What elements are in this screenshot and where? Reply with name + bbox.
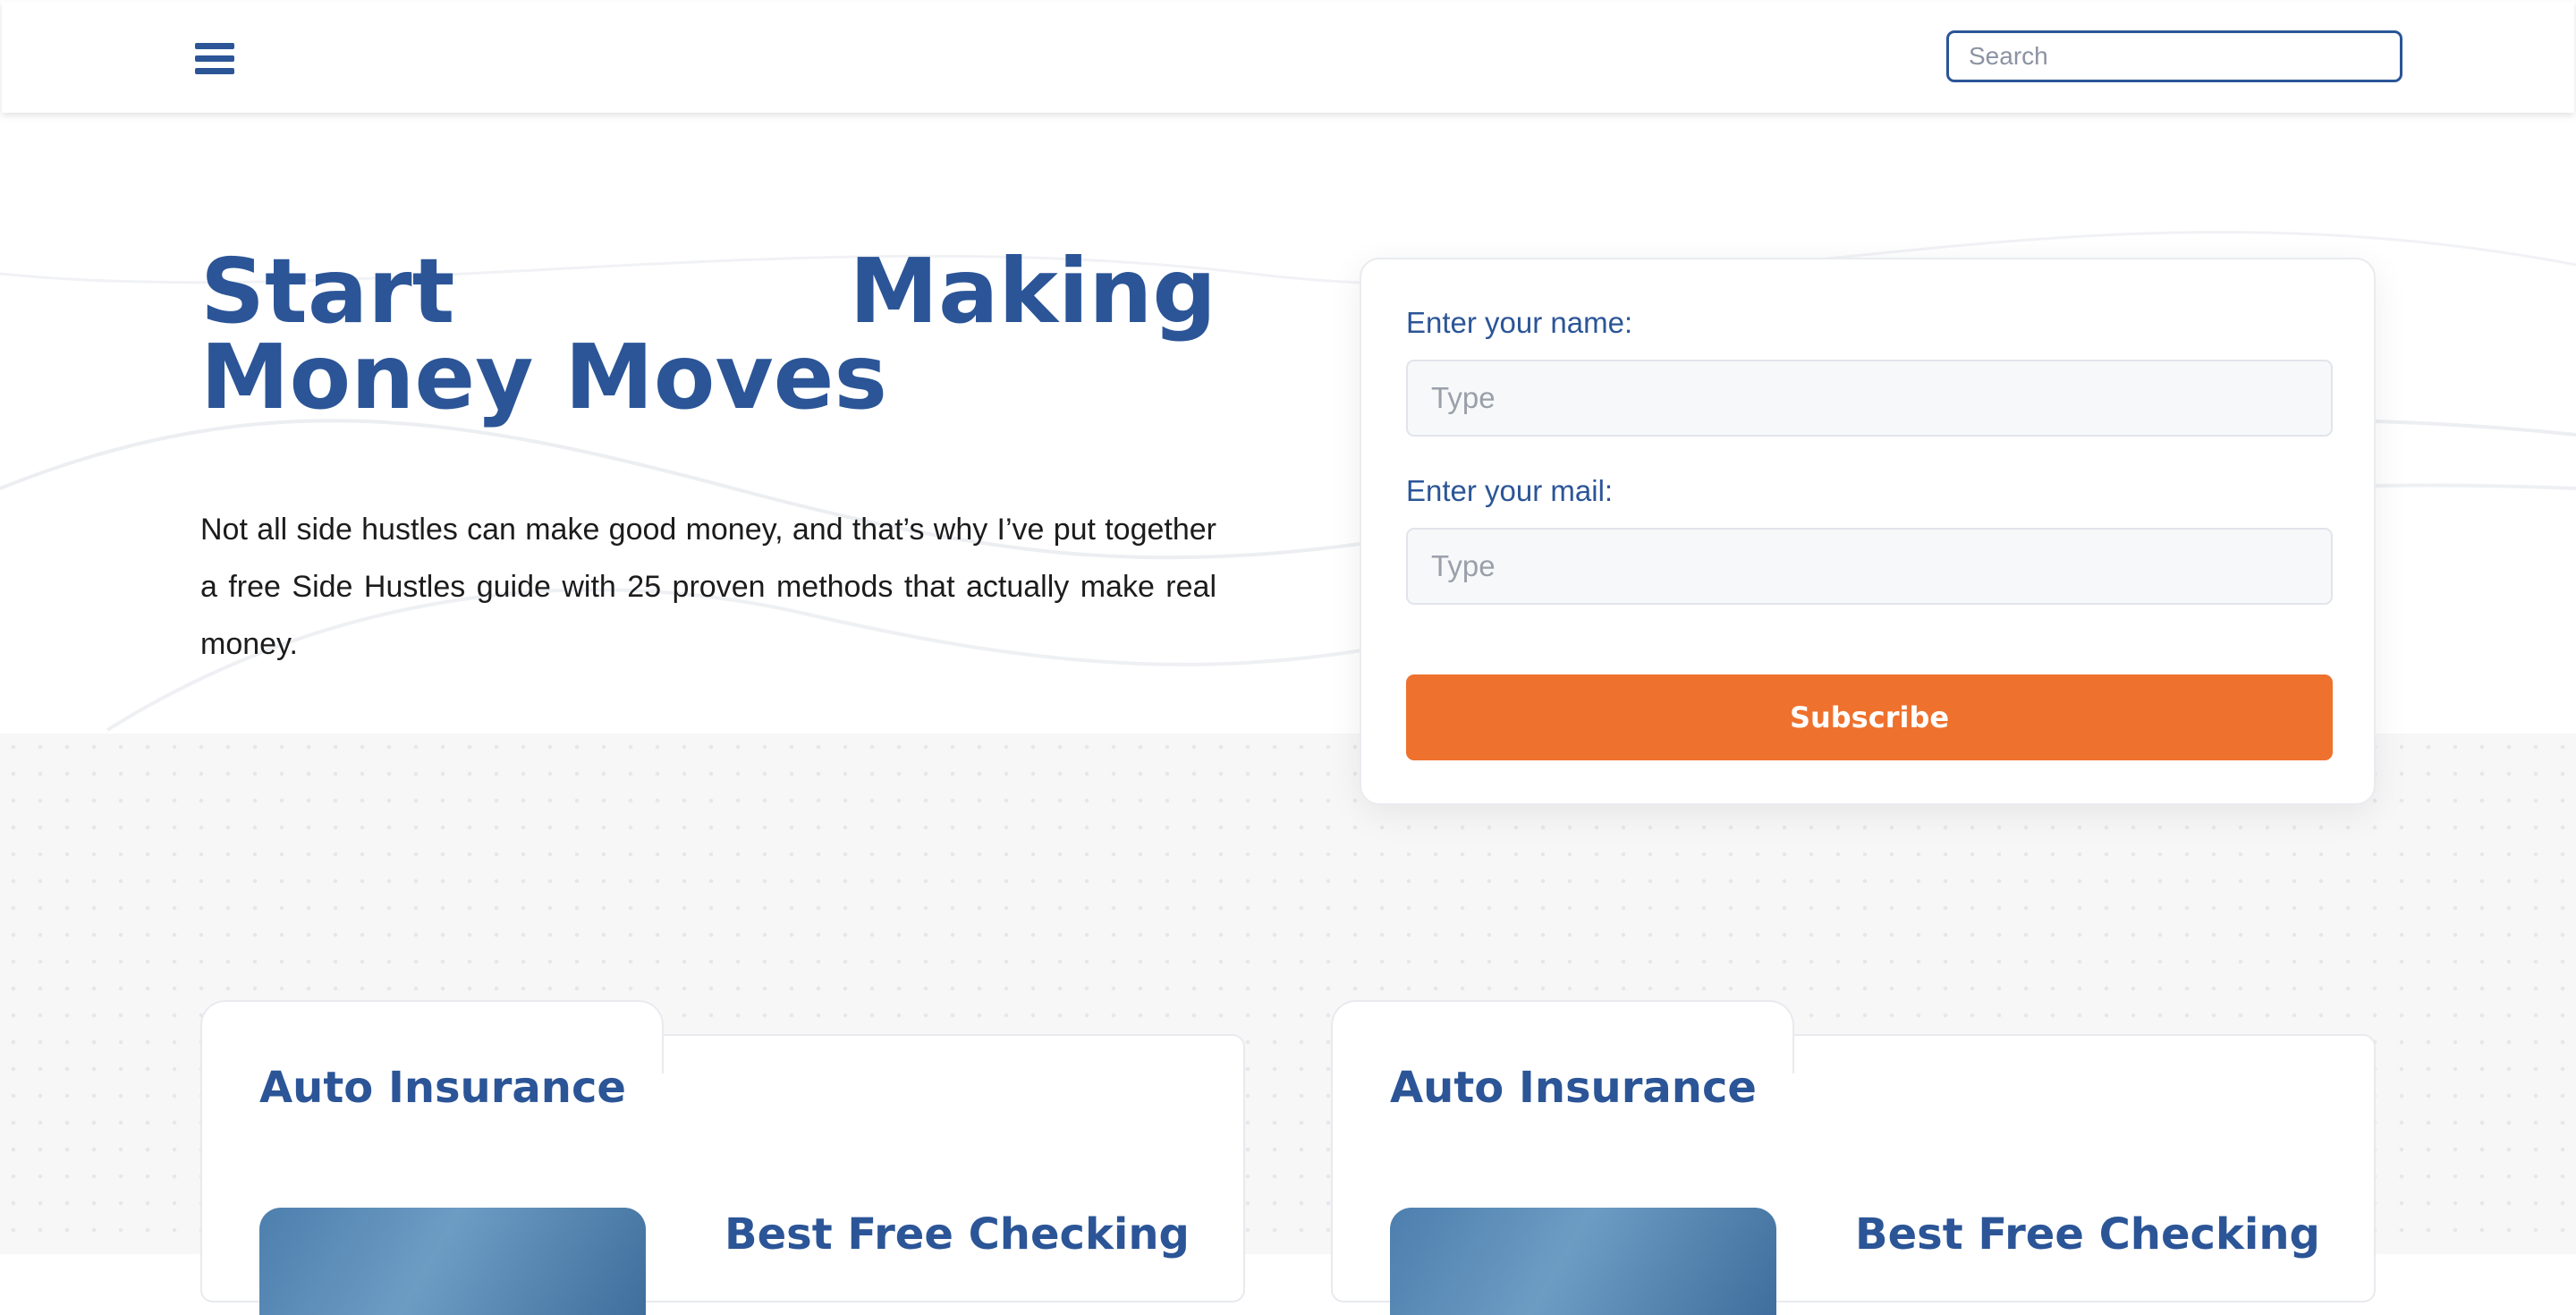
hamburger-menu-icon[interactable]: [195, 43, 234, 75]
hero-title: Start Making Money Moves: [200, 239, 1216, 429]
search-input[interactable]: [1946, 30, 2402, 82]
subscribe-button[interactable]: Subscribe: [1406, 674, 2333, 760]
article-card[interactable]: Auto Insurance Best Free Checking: [200, 1000, 1245, 1315]
article-card[interactable]: Auto Insurance Best Free Checking: [1331, 1000, 2376, 1315]
card-category-heading: Auto Insurance: [1390, 1063, 1757, 1113]
name-field-label: Enter your name:: [1406, 306, 1633, 339]
subscribe-form-card: Enter your name: Enter your mail: Subscr…: [1360, 258, 2376, 805]
name-field[interactable]: [1406, 360, 2333, 437]
card-article-title[interactable]: Best Free Checking: [724, 1209, 1190, 1260]
top-navigation-bar: [2, 2, 2574, 113]
card-thumbnail-image[interactable]: [259, 1208, 646, 1315]
mail-field-label: Enter your mail:: [1406, 474, 1614, 507]
hero-description: Not all side hustles can make good money…: [200, 513, 1216, 661]
mail-field[interactable]: [1406, 528, 2333, 605]
card-article-title[interactable]: Best Free Checking: [1855, 1209, 2320, 1260]
card-thumbnail-image[interactable]: [1390, 1208, 1776, 1315]
card-category-heading: Auto Insurance: [259, 1063, 626, 1113]
